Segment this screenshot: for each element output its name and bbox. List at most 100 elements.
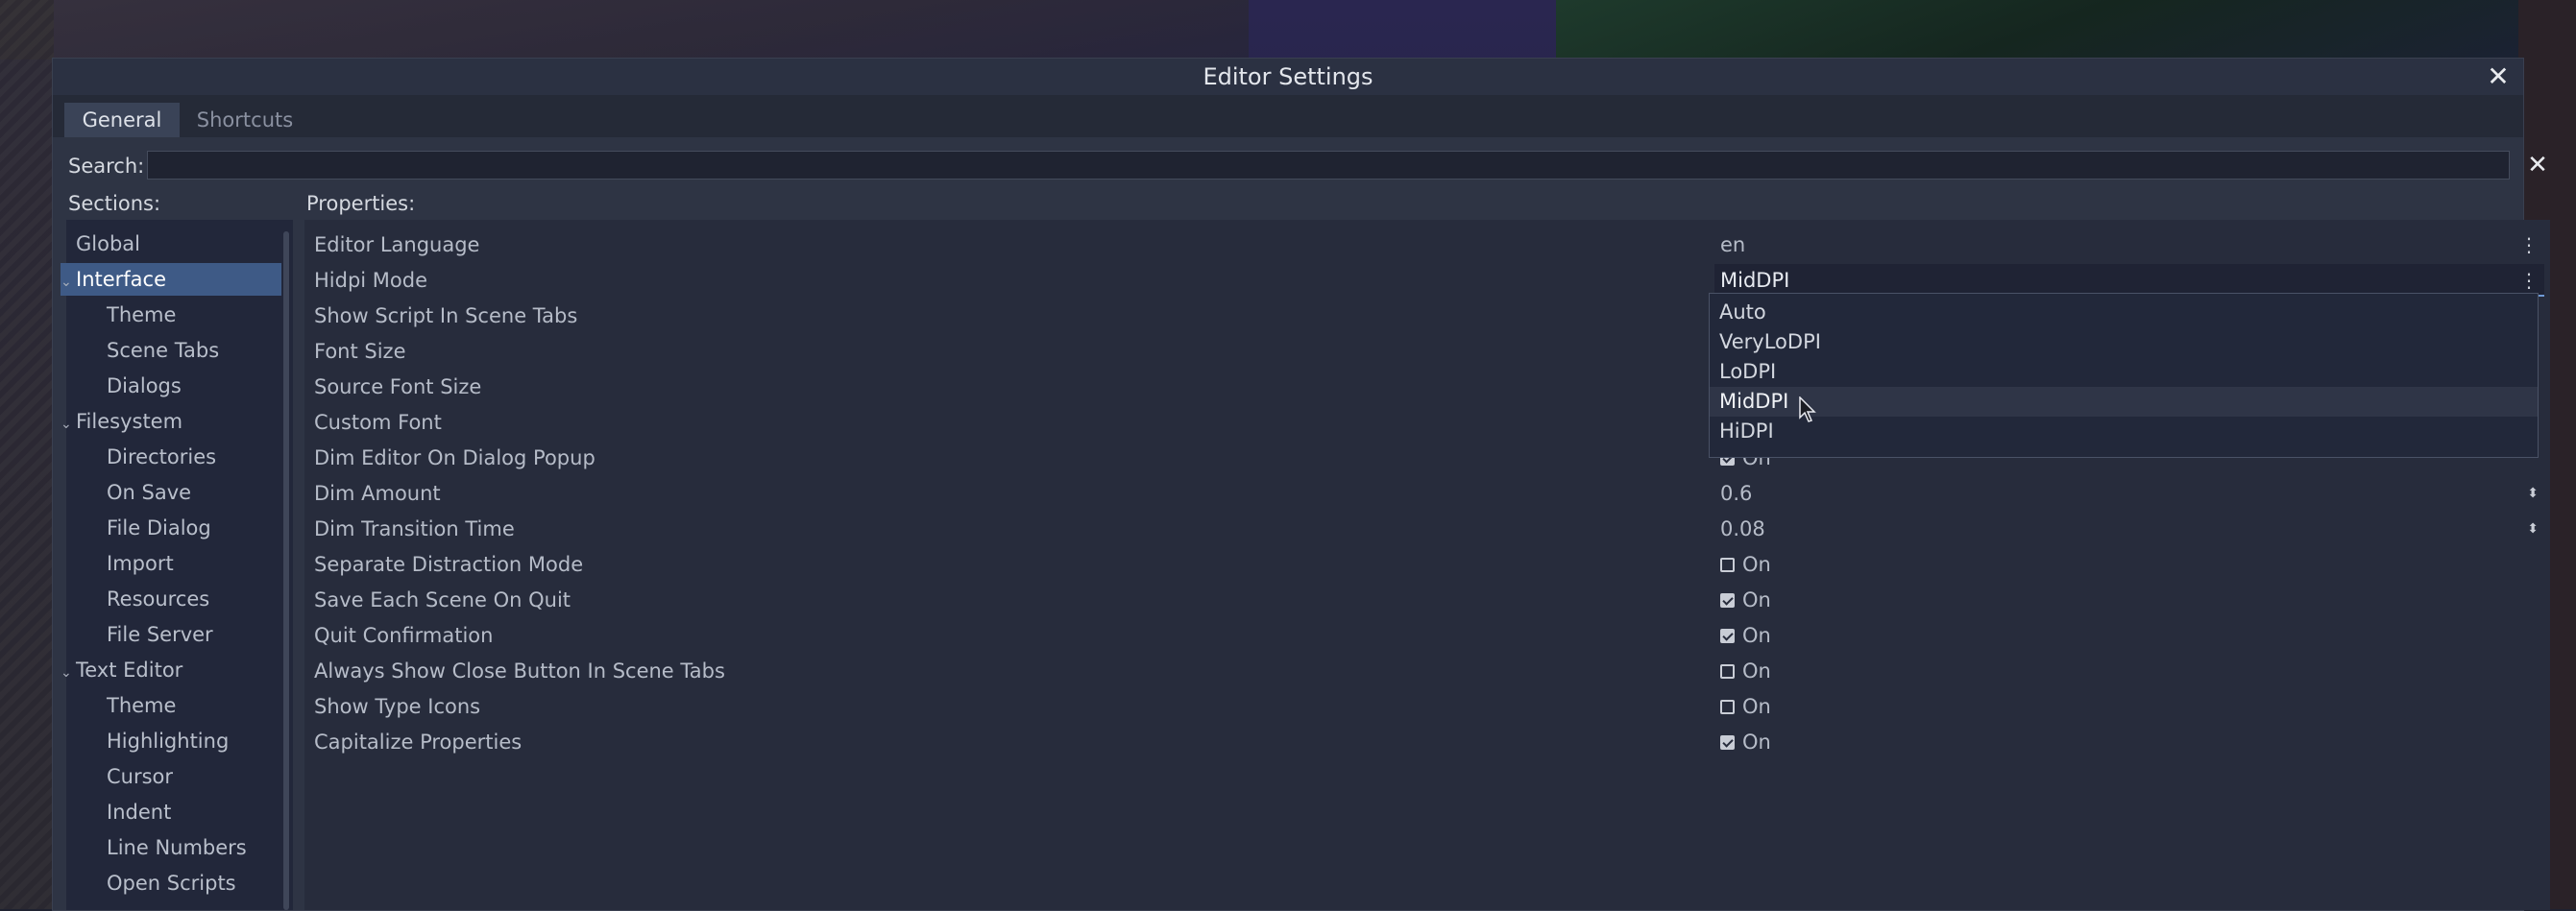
close-icon: ✕	[2527, 151, 2548, 180]
property-value[interactable]: On	[1714, 548, 2544, 581]
checkbox-unchecked[interactable]	[1720, 700, 1735, 714]
sidebar-item-import[interactable]: Import	[107, 547, 174, 580]
sidebar-item-theme[interactable]: Theme	[107, 299, 176, 331]
dropdown-option-middpi[interactable]: MidDPI	[1710, 387, 2538, 417]
property-name: Dim Amount	[314, 482, 441, 505]
checkbox-unchecked[interactable]	[1720, 558, 1735, 572]
sidebar-item-filesystem[interactable]: ⌄ Filesystem	[61, 405, 182, 438]
property-name: Custom Font	[314, 411, 442, 434]
sidebar-item-resources[interactable]: Resources	[107, 583, 209, 615]
search-label: Search:	[68, 155, 145, 178]
checkbox-checked[interactable]	[1720, 735, 1735, 750]
property-value[interactable]: On	[1714, 584, 2544, 616]
sidebar-item-scene-tabs[interactable]: Scene Tabs	[107, 334, 219, 367]
property-value-text: On	[1742, 659, 1771, 683]
dropdown-option-auto[interactable]: Auto	[1710, 298, 2538, 327]
search-input[interactable]	[147, 151, 2510, 180]
sidebar-item-file-dialog[interactable]: File Dialog	[107, 512, 211, 544]
clear-search-button[interactable]: ✕	[2523, 151, 2552, 180]
property-name: Save Each Scene On Quit	[314, 588, 571, 611]
chevron-down-icon[interactable]: ⌄	[61, 657, 74, 689]
sidebar-item-label: File Dialog	[107, 516, 211, 539]
close-dialog-button[interactable]: ✕	[2485, 62, 2512, 91]
sidebar-item-label: Cursor	[107, 765, 174, 788]
spin-icon[interactable]: ⬍	[2527, 513, 2539, 545]
sidebar-item-open-scripts[interactable]: Open Scripts	[107, 867, 236, 899]
chevron-down-icon[interactable]: ⌄	[61, 408, 74, 441]
property-value[interactable]: On	[1714, 690, 2544, 723]
editor-settings-dialog: Editor Settings ✕ General Shortcuts Sear…	[52, 58, 2550, 911]
dropdown-option-lodpi[interactable]: LoDPI	[1710, 357, 2538, 387]
property-value[interactable]: On	[1714, 619, 2544, 652]
sidebar-item-indent[interactable]: Indent	[107, 796, 171, 828]
sidebar-item-label: Open Scripts	[107, 872, 236, 895]
close-icon: ✕	[2487, 60, 2510, 92]
sidebar-item-label: Highlighting	[107, 730, 230, 753]
sidebar-item-label: Filesystem	[76, 410, 183, 433]
dropdown-option-hidpi[interactable]: HiDPI	[1710, 417, 2538, 446]
sidebar-item-interface[interactable]: ⌄ Interface	[61, 263, 281, 296]
sidebar-item-label: Interface	[76, 268, 167, 291]
property-value-text: On	[1742, 588, 1771, 611]
property-value[interactable]: On	[1714, 655, 2544, 687]
background-floor	[0, 0, 1249, 60]
property-name: Editor Language	[314, 233, 480, 256]
sidebar-item-label: Indent	[107, 801, 172, 824]
sidebar-item-text-editor[interactable]: ⌄ Text Editor	[61, 654, 182, 686]
sidebar-item-label: On Save	[107, 481, 192, 504]
property-value[interactable]: MidDPI ⋮	[1714, 264, 2544, 297]
checkbox-unchecked[interactable]	[1720, 664, 1735, 679]
sidebar-item-on-save[interactable]: On Save	[107, 476, 191, 509]
sidebar-item-label: Line Numbers	[107, 836, 247, 859]
sidebar-item-label: Theme	[107, 303, 177, 326]
sidebar-item-highlighting[interactable]: Highlighting	[107, 725, 229, 757]
sections-scrollbar[interactable]	[283, 231, 289, 910]
tab-shortcuts[interactable]: Shortcuts	[180, 103, 310, 137]
sidebar-item-file-server[interactable]: File Server	[107, 618, 213, 651]
sidebar-item-theme[interactable]: Theme	[107, 689, 176, 722]
sidebar-item-cursor[interactable]: Cursor	[107, 760, 173, 793]
sections-tree	[66, 220, 293, 910]
sidebar-item-global[interactable]: Global	[76, 228, 140, 260]
sidebar-item-label: Dialogs	[107, 374, 182, 397]
sidebar-item-label: Text Editor	[76, 659, 183, 682]
sidebar-item-directories[interactable]: Directories	[107, 441, 216, 473]
property-value[interactable]: 0.08 ⬍	[1714, 513, 2544, 545]
menu-dots-icon[interactable]: ⋮	[2519, 264, 2539, 297]
sidebar-item-line-numbers[interactable]: Line Numbers	[107, 831, 247, 864]
property-value-text: en	[1720, 233, 1746, 256]
property-name: Font Size	[314, 340, 406, 363]
background-wall	[0, 0, 54, 909]
dropdown-option-verylodpi[interactable]: VeryLoDPI	[1710, 327, 2538, 357]
property-name: Hidpi Mode	[314, 269, 428, 292]
property-value-text: MidDPI	[1720, 269, 1790, 292]
dialog-title: Editor Settings	[1203, 63, 1373, 90]
property-value-text: 0.6	[1720, 482, 1753, 505]
menu-dots-icon[interactable]: ⋮	[2519, 228, 2539, 261]
checkbox-checked[interactable]	[1720, 593, 1735, 608]
property-value-text: 0.08	[1720, 517, 1765, 540]
spin-icon[interactable]: ⬍	[2527, 477, 2539, 510]
property-name: Quit Confirmation	[314, 624, 494, 647]
property-name: Show Type Icons	[314, 695, 481, 718]
sidebar-item-label: Scene Tabs	[107, 339, 220, 362]
property-value-text: On	[1742, 624, 1771, 647]
property-name: Separate Distraction Mode	[314, 553, 584, 576]
property-name: Dim Editor On Dialog Popup	[314, 446, 595, 469]
tab-general[interactable]: General	[64, 103, 180, 137]
property-value[interactable]: On	[1714, 726, 2544, 758]
property-name: Source Font Size	[314, 375, 482, 398]
sidebar-item-label: Resources	[107, 587, 210, 611]
mouse-pointer-icon	[1799, 396, 1816, 422]
sidebar-item-label: Theme	[107, 694, 177, 717]
property-value-text: On	[1742, 695, 1771, 718]
property-value-text: On	[1742, 553, 1771, 576]
chevron-down-icon[interactable]: ⌄	[61, 266, 74, 299]
sidebar-item-label: File Server	[107, 623, 213, 646]
sidebar-item-label: Import	[107, 552, 174, 575]
sidebar-item-dialogs[interactable]: Dialogs	[107, 370, 182, 402]
property-value[interactable]: 0.6 ⬍	[1714, 477, 2544, 510]
property-value[interactable]: en ⋮	[1714, 228, 2544, 261]
property-name: Show Script In Scene Tabs	[314, 304, 578, 327]
checkbox-checked[interactable]	[1720, 629, 1735, 643]
